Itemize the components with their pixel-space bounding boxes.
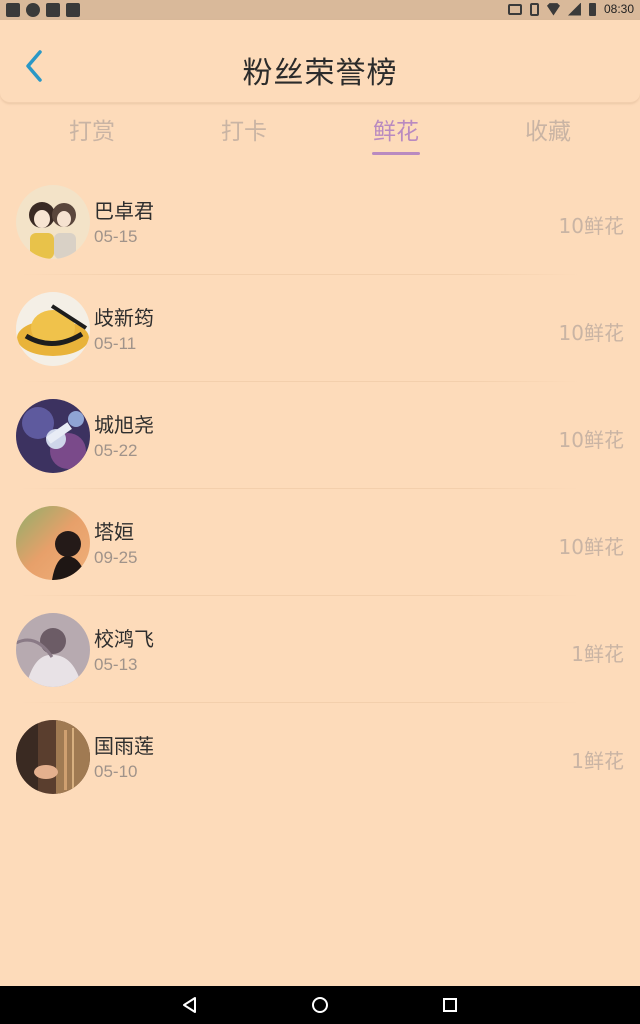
header: 粉丝荣誉榜 — [0, 20, 640, 103]
list-item[interactable]: 校鸿飞 05-13 1鲜花 — [0, 596, 640, 703]
list-item[interactable]: 塔姮 09-25 10鲜花 — [0, 489, 640, 596]
notification-icons — [6, 3, 80, 17]
list-item[interactable]: 城旭尧 05-22 10鲜花 — [0, 382, 640, 489]
home-circle-icon[interactable] — [310, 995, 330, 1015]
avatar[interactable] — [16, 292, 90, 366]
fan-date: 05-13 — [94, 655, 138, 674]
image-notification-icon — [66, 3, 80, 17]
cast-icon — [507, 3, 522, 15]
avatar[interactable] — [16, 185, 90, 259]
fan-name: 国雨莲 — [94, 734, 154, 758]
vibrate-icon — [529, 2, 539, 16]
list-item[interactable]: 巴卓君 05-15 10鲜花 — [0, 168, 640, 275]
flower-count: 10鲜花 — [558, 535, 624, 559]
list-item[interactable]: 歧新筠 05-11 10鲜花 — [0, 275, 640, 382]
tab-flowers[interactable]: 鲜花 — [346, 112, 446, 146]
fan-date: 05-11 — [94, 334, 137, 353]
status-bar: 08:30 — [0, 0, 640, 20]
battery-icon — [588, 2, 596, 16]
tab-reward[interactable]: 打赏 — [42, 112, 142, 146]
tab-favorites[interactable]: 收藏 — [498, 112, 598, 146]
flower-count: 1鲜花 — [571, 642, 624, 666]
wifi-icon — [546, 3, 560, 16]
flower-count: 1鲜花 — [571, 749, 624, 773]
avatar[interactable] — [16, 399, 90, 473]
fan-date: 05-22 — [94, 441, 138, 460]
tab-checkin[interactable]: 打卡 — [194, 112, 294, 146]
fan-date: 09-25 — [94, 548, 138, 567]
flower-count: 10鲜花 — [558, 321, 624, 345]
fan-name: 巴卓君 — [94, 199, 154, 223]
back-triangle-icon[interactable] — [180, 995, 200, 1015]
navigation-bar — [0, 986, 640, 1024]
list-item[interactable]: 国雨莲 05-10 1鲜花 — [0, 703, 640, 810]
app-notification-icon — [6, 3, 20, 17]
system-status-icons: 08:30 — [507, 2, 634, 16]
flower-count: 10鲜花 — [558, 428, 624, 452]
tab-active-indicator — [372, 152, 420, 155]
fan-name: 歧新筠 — [94, 306, 154, 330]
avatar[interactable] — [16, 506, 90, 580]
page-title: 粉丝荣誉榜 — [242, 56, 398, 91]
sync-notification-icon — [26, 3, 40, 17]
recents-square-icon[interactable] — [440, 995, 460, 1015]
fan-name: 城旭尧 — [94, 413, 154, 437]
signal-icon — [567, 2, 581, 16]
fan-date: 05-10 — [94, 762, 138, 781]
avatar[interactable] — [16, 720, 90, 794]
notification-icon — [46, 3, 60, 17]
tab-bar: 打赏 打卡 鲜花 收藏 — [0, 104, 640, 160]
status-time: 08:30 — [603, 2, 634, 16]
flower-count: 10鲜花 — [558, 214, 624, 238]
fan-date: 05-15 — [94, 227, 138, 246]
avatar[interactable] — [16, 613, 90, 687]
fan-list: 巴卓君 05-15 10鲜花 歧新筠 05-11 10鲜花 城旭尧 05-22 … — [0, 168, 640, 810]
fan-name: 塔姮 — [94, 520, 134, 544]
fan-name: 校鸿飞 — [94, 627, 154, 651]
